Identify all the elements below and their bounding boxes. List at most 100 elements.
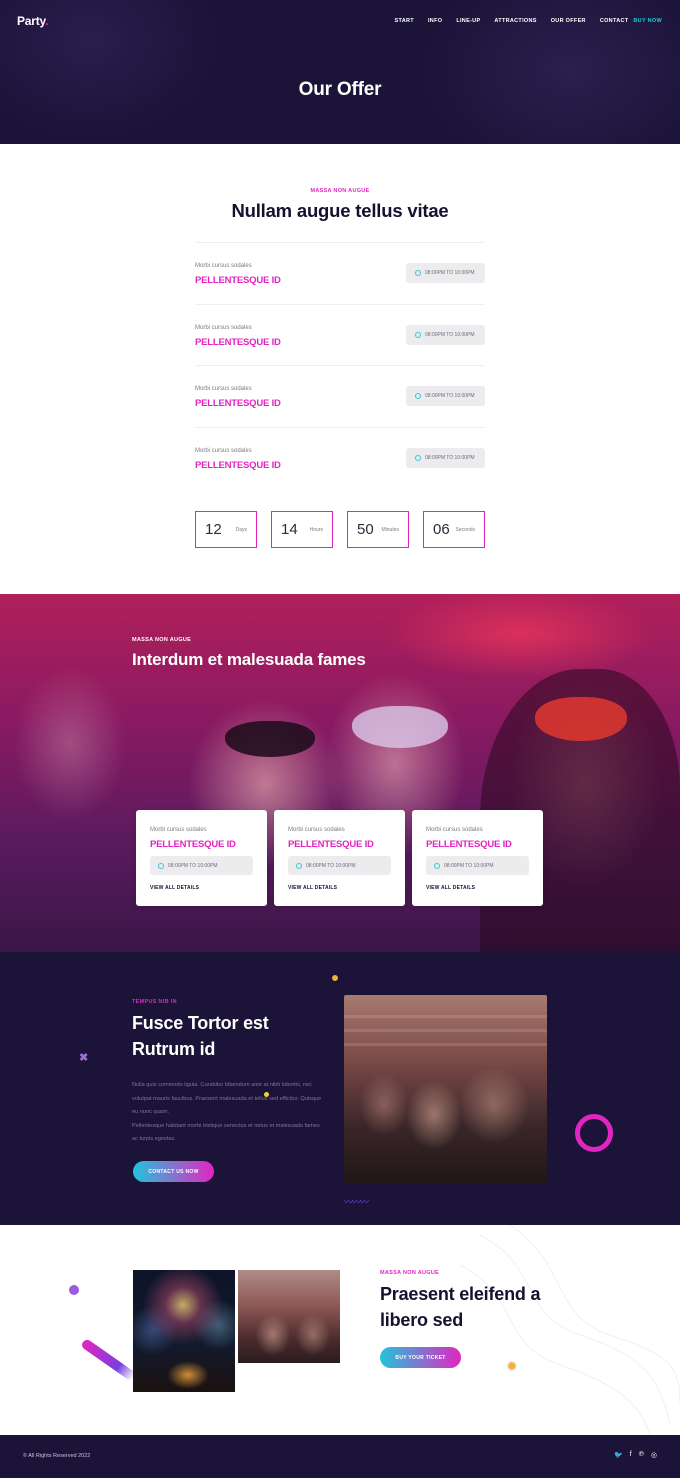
view-details-link[interactable]: VIEW ALL DETAILS xyxy=(426,885,475,891)
schedule-name[interactable]: PELLENTESQUE ID xyxy=(195,398,281,409)
about-section: ✖ TEMPUS NIB IN Fusce Tortor est Rutrum … xyxy=(0,952,680,1225)
countdown-value: 14 xyxy=(281,521,298,538)
pinterest-icon[interactable]: ℗ xyxy=(639,1451,644,1459)
nav-item-our-offer[interactable]: OUR OFFER xyxy=(551,18,586,24)
countdown-days: 12 Days xyxy=(195,511,257,548)
time-badge: 08:00PM TO 10:00PM xyxy=(406,325,485,345)
countdown-value: 06 xyxy=(433,521,450,538)
twitter-icon[interactable]: 🐦 xyxy=(614,1451,623,1459)
photo-detail xyxy=(352,706,448,748)
section-eyebrow: MASSA NON AUGUE xyxy=(380,1270,440,1276)
time-text: 08:00PM TO 10:00PM xyxy=(425,332,475,338)
decor-dot xyxy=(69,1285,79,1295)
time-badge: 08:00PM TO 10:00PM xyxy=(426,856,529,875)
logo-dot: . xyxy=(45,14,49,28)
countdown-value: 50 xyxy=(357,521,374,538)
nav-item-attractions[interactable]: ATTRACTIONS xyxy=(494,18,536,24)
event-subtitle: Morbi cursus sodales xyxy=(150,827,207,833)
clock-icon xyxy=(415,332,421,338)
nav-item-contact[interactable]: CONTACT xyxy=(600,18,629,24)
concert-crowd-image xyxy=(344,995,547,1183)
copyright: © All Rights Reserved 2022 xyxy=(23,1453,91,1459)
photo-detail xyxy=(344,1015,547,1018)
section-eyebrow: MASSA NON AUGUE xyxy=(310,188,370,194)
event-card: Morbi cursus sodales PELLENTESQUE ID 08:… xyxy=(274,810,405,906)
time-badge: 08:00PM TO 10:00PM xyxy=(406,448,485,468)
logo-text: Party xyxy=(17,14,46,28)
time-text: 08:00PM TO 10:00PM xyxy=(168,862,218,869)
concert-crowd-image xyxy=(238,1270,340,1363)
event-subtitle: Morbi cursus sodales xyxy=(288,827,345,833)
schedule-subtitle: Morbi cursus sodales xyxy=(195,325,252,331)
time-badge: 08:00PM TO 10:00PM xyxy=(406,386,485,406)
page-title: Our Offer xyxy=(298,79,382,100)
section-eyebrow: TEMPUS NIB IN xyxy=(132,999,177,1005)
footer: © All Rights Reserved 2022 🐦 f ℗ ◎ xyxy=(0,1435,680,1478)
nav-item-line-up[interactable]: LINE-UP xyxy=(456,18,480,24)
facebook-icon[interactable]: f xyxy=(630,1451,632,1459)
countdown-value: 12 xyxy=(205,521,222,538)
nav-item-info[interactable]: INFO xyxy=(428,18,442,24)
time-text: 08:00PM TO 10:00PM xyxy=(444,862,494,869)
schedule-row: Morbi cursus sodales PELLENTESQUE ID 08:… xyxy=(195,427,485,488)
countdown-label: Minutes xyxy=(381,527,399,533)
time-badge: 08:00PM TO 10:00PM xyxy=(406,263,485,283)
section-title: Nullam augue tellus vitae xyxy=(231,200,449,221)
schedule-row: Morbi cursus sodales PELLENTESQUE ID 08:… xyxy=(195,365,485,426)
buy-now-link[interactable]: BUY NOW xyxy=(633,18,662,24)
section-eyebrow: MASSA NON AUGUE xyxy=(132,637,192,643)
main-nav: START INFO LINE-UP ATTRACTIONS OUR OFFER… xyxy=(395,18,662,24)
clock-icon xyxy=(415,455,421,461)
fireworks-image xyxy=(133,1270,235,1392)
decor-cross-icon: ✖ xyxy=(79,1052,89,1064)
event-name[interactable]: PELLENTESQUE ID xyxy=(150,839,236,850)
event-card: Morbi cursus sodales PELLENTESQUE ID 08:… xyxy=(136,810,267,906)
about-text: Nulla quis commodo ligula. Curabitur bib… xyxy=(132,1079,322,1147)
event-name[interactable]: PELLENTESQUE ID xyxy=(426,839,512,850)
photo-detail xyxy=(225,721,315,757)
schedule-name[interactable]: PELLENTESQUE ID xyxy=(195,460,281,471)
section-title: Interdum et malesuada fames xyxy=(132,650,366,669)
paragraph: Nulla quis commodo ligula. Curabitur bib… xyxy=(132,1082,322,1115)
ticket-section: MASSA NON AUGUE Praesent eleifend a libe… xyxy=(0,1225,680,1435)
schedule-subtitle: Morbi cursus sodales xyxy=(195,386,252,392)
paragraph: Pellentesque habitant morbi tristique se… xyxy=(132,1122,320,1143)
contact-us-button[interactable]: CONTACT US NOW xyxy=(133,1161,214,1182)
schedule-row: Morbi cursus sodales PELLENTESQUE ID 08:… xyxy=(195,242,485,303)
clock-icon xyxy=(158,862,164,869)
countdown-label: Hours xyxy=(309,527,323,533)
decor-zigzag: 〰〰〰 xyxy=(344,1197,369,1207)
photo-detail xyxy=(344,1043,547,1046)
schedule-row: Morbi cursus sodales PELLENTESQUE ID 08:… xyxy=(195,304,485,365)
decor-ring xyxy=(575,1114,613,1152)
view-details-link[interactable]: VIEW ALL DETAILS xyxy=(150,885,199,891)
logo[interactable]: Party. xyxy=(17,14,48,28)
view-details-link[interactable]: VIEW ALL DETAILS xyxy=(288,885,337,891)
event-card: Morbi cursus sodales PELLENTESQUE ID 08:… xyxy=(412,810,543,906)
schedule-name[interactable]: PELLENTESQUE ID xyxy=(195,275,281,286)
countdown-seconds: 06 Seconds xyxy=(423,511,485,548)
countdown-minutes: 50 Minutes xyxy=(347,511,409,548)
instagram-icon[interactable]: ◎ xyxy=(651,1451,657,1459)
clock-icon xyxy=(434,862,440,869)
schedule-name[interactable]: PELLENTESQUE ID xyxy=(195,337,281,348)
nav-item-start[interactable]: START xyxy=(395,18,414,24)
countdown-label: Days xyxy=(235,527,247,533)
event-name[interactable]: PELLENTESQUE ID xyxy=(288,839,374,850)
event-subtitle: Morbi cursus sodales xyxy=(426,827,483,833)
time-badge: 08:00PM TO 10:00PM xyxy=(288,856,391,875)
time-badge: 08:00PM TO 10:00PM xyxy=(150,856,253,875)
time-text: 08:00PM TO 10:00PM xyxy=(306,862,356,869)
decor-comet xyxy=(80,1337,137,1382)
time-text: 08:00PM TO 10:00PM xyxy=(425,393,475,399)
clock-icon xyxy=(415,270,421,276)
hero-header: Party. START INFO LINE-UP ATTRACTIONS OU… xyxy=(0,0,680,144)
section-title: Fusce Tortor est Rutrum id xyxy=(132,1013,269,1059)
photo-detail xyxy=(344,1029,547,1032)
decor-dot xyxy=(332,975,338,981)
countdown-hours: 14 Hours xyxy=(271,511,333,548)
clock-icon xyxy=(296,862,302,869)
schedule-subtitle: Morbi cursus sodales xyxy=(195,263,252,269)
buy-ticket-button[interactable]: BUY YOUR TICKET xyxy=(380,1347,461,1368)
photo-detail xyxy=(535,697,627,741)
